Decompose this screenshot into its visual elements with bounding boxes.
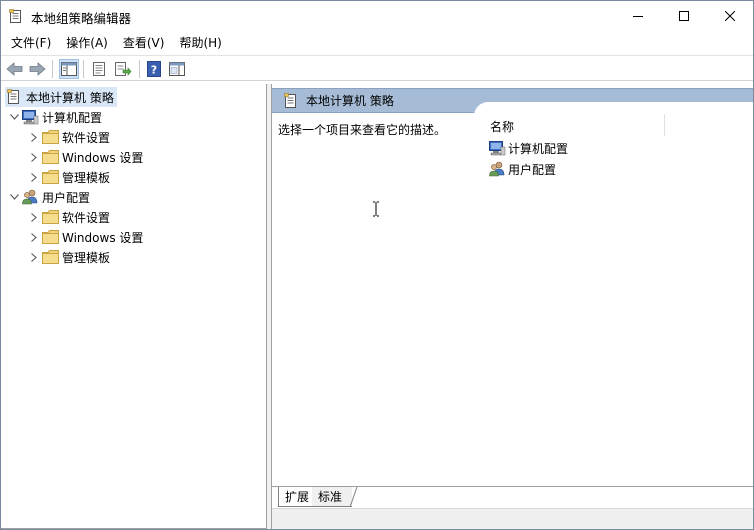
help-icon: ? xyxy=(147,61,161,77)
gpedit-window: 本地组策略编辑器 文件(F) 操作(A) 查看(V) 帮助(H) ? 本地计算机… xyxy=(0,0,754,530)
tree-windows-settings-label: Windows 设置 xyxy=(62,150,144,165)
chevron-right-icon[interactable] xyxy=(27,147,41,167)
menu-action[interactable]: 操作(A) xyxy=(61,32,113,54)
details-header-title: 本地计算机 策略 xyxy=(306,94,394,108)
tree-computer-config-label: 计算机配置 xyxy=(42,110,103,125)
toolbar: ? xyxy=(1,55,753,81)
chevron-right-icon[interactable] xyxy=(27,167,41,187)
properties-button[interactable] xyxy=(89,59,109,79)
tree-item-user-admin[interactable]: 管理模板 xyxy=(27,247,113,267)
tree-admin-templates-label: 管理模板 xyxy=(62,250,111,265)
list-item-label: 用户配置 xyxy=(508,162,557,177)
folder-icon xyxy=(41,249,59,265)
column-divider[interactable] xyxy=(664,114,665,136)
policy-doc-icon xyxy=(9,9,23,24)
description-text: 选择一个项目来查看它的描述。 xyxy=(278,123,447,137)
show-hide-tree-icon xyxy=(61,62,77,76)
tree-pane[interactable]: 本地计算机 策略 计算机配置 软件设置 Windows 设置 管理模板 用户配置… xyxy=(1,84,267,529)
column-header-name[interactable]: 名称 xyxy=(490,118,514,135)
item-list[interactable]: 名称 计算机配置 用户配置 xyxy=(474,102,753,486)
action-pane-button[interactable] xyxy=(167,59,187,79)
status-strip xyxy=(272,508,753,529)
help-button[interactable]: ? xyxy=(144,59,164,79)
menu-bar: 文件(F) 操作(A) 查看(V) 帮助(H) xyxy=(1,32,753,54)
tab-standard-label: 标准 xyxy=(318,490,343,504)
minimize-button[interactable] xyxy=(615,1,661,31)
svg-text:?: ? xyxy=(151,64,157,77)
users-icon xyxy=(488,161,506,177)
tree-software-settings-label: 软件设置 xyxy=(62,130,111,145)
toolbar-separator xyxy=(83,60,84,78)
folder-icon xyxy=(41,169,59,185)
users-icon xyxy=(21,189,39,205)
menu-file[interactable]: 文件(F) xyxy=(6,32,56,54)
menu-help[interactable]: 帮助(H) xyxy=(174,32,226,54)
window-title: 本地组策略编辑器 xyxy=(31,11,132,26)
tree-item-computer-software[interactable]: 软件设置 xyxy=(27,127,113,147)
list-item-computer-config[interactable]: 计算机配置 xyxy=(488,138,568,158)
maximize-button[interactable] xyxy=(661,1,707,31)
chevron-down-icon[interactable] xyxy=(7,187,21,207)
list-item-user-config[interactable]: 用户配置 xyxy=(488,159,556,179)
folder-icon xyxy=(41,129,59,145)
forward-icon xyxy=(29,62,46,76)
computer-icon xyxy=(21,109,39,125)
chevron-right-icon[interactable] xyxy=(27,227,41,247)
toolbar-separator xyxy=(139,60,140,78)
tree-item-user-software[interactable]: 软件设置 xyxy=(27,207,113,227)
chevron-down-icon[interactable] xyxy=(7,107,21,127)
tab-extended[interactable]: 扩展 xyxy=(278,487,316,507)
tree-item-computer-admin[interactable]: 管理模板 xyxy=(27,167,113,187)
back-button[interactable] xyxy=(5,59,25,79)
tab-edge xyxy=(350,487,358,507)
toolbar-separator xyxy=(52,60,53,78)
folder-icon xyxy=(41,229,59,245)
close-button[interactable] xyxy=(707,1,753,31)
details-pane: 本地计算机 策略 选择一个项目来查看它的描述。 名称 计算机配置 用户配置 扩展… xyxy=(271,84,753,529)
tree-admin-templates-label: 管理模板 xyxy=(62,170,111,185)
minimize-icon xyxy=(633,16,643,17)
export-list-icon xyxy=(115,62,132,76)
policy-doc-icon xyxy=(284,92,298,109)
tab-standard[interactable]: 标准 xyxy=(312,487,358,507)
tree-item-root[interactable]: 本地计算机 策略 xyxy=(5,87,117,107)
chevron-right-icon[interactable] xyxy=(27,207,41,227)
tree-windows-settings-label: Windows 设置 xyxy=(62,230,144,245)
tree-item-computer-windows[interactable]: Windows 设置 xyxy=(27,147,146,167)
back-icon xyxy=(6,62,23,76)
policy-doc-icon xyxy=(5,89,23,105)
properties-icon xyxy=(93,62,105,76)
tree-item-user-config[interactable]: 用户配置 xyxy=(7,187,93,207)
folder-icon xyxy=(41,209,59,225)
tree-root-label: 本地计算机 策略 xyxy=(26,90,114,105)
forward-button[interactable] xyxy=(27,59,47,79)
tab-extended-label: 扩展 xyxy=(285,490,310,504)
show-hide-tree-button[interactable] xyxy=(59,59,79,79)
description-panel: 选择一个项目来查看它的描述。 xyxy=(272,114,474,486)
list-item-label: 计算机配置 xyxy=(508,141,569,156)
maximize-icon xyxy=(679,11,689,21)
export-list-button[interactable] xyxy=(113,59,133,79)
folder-icon xyxy=(41,149,59,165)
tree-software-settings-label: 软件设置 xyxy=(62,210,111,225)
menu-view[interactable]: 查看(V) xyxy=(118,32,170,54)
computer-icon xyxy=(488,140,506,156)
text-cursor-icon xyxy=(372,201,380,217)
title-bar[interactable]: 本地组策略编辑器 xyxy=(1,1,753,31)
chevron-right-icon[interactable] xyxy=(27,127,41,147)
view-tabs: 扩展 标准 xyxy=(272,486,753,508)
close-icon xyxy=(725,11,735,21)
tree-item-computer-config[interactable]: 计算机配置 xyxy=(7,107,105,127)
chevron-right-icon[interactable] xyxy=(27,247,41,267)
tree-user-config-label: 用户配置 xyxy=(42,190,91,205)
action-pane-icon xyxy=(169,62,185,76)
tree-item-user-windows[interactable]: Windows 设置 xyxy=(27,227,146,247)
